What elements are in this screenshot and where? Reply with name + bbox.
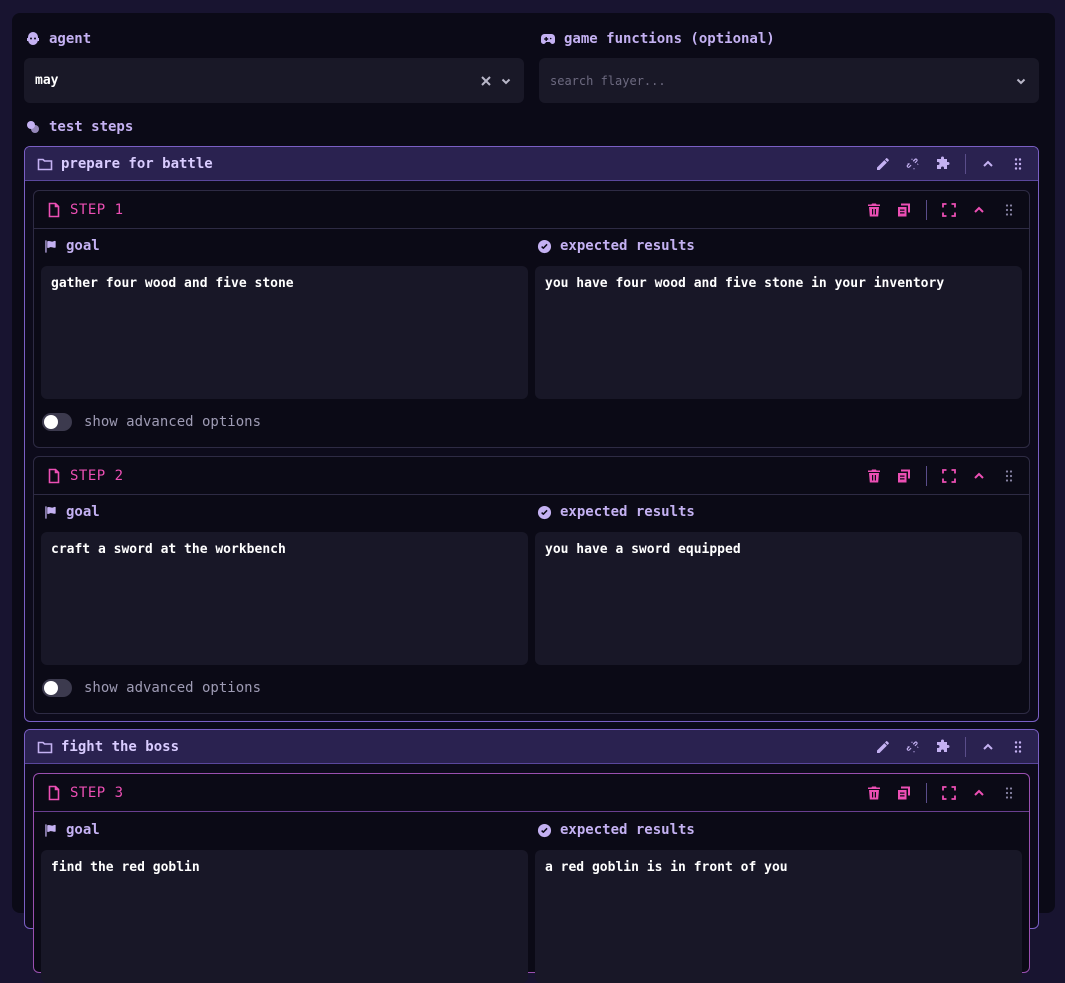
check-circle-icon [537,823,552,837]
step-title: STEP 2 [70,467,124,484]
step-header[interactable]: STEP 3 [34,774,1029,812]
divider [965,736,966,757]
goal-textarea[interactable]: gather four wood and five stone [41,266,528,399]
layers-icon [27,121,39,133]
test-editor-panel: agent may game functions (optional) sear… [12,13,1055,983]
edit-icon[interactable] [875,156,891,172]
agent-select[interactable]: may [24,58,524,103]
drag-handle-icon[interactable] [1010,739,1026,755]
goal-label-text: goal [66,822,100,838]
drag-handle-icon[interactable] [1001,468,1017,484]
step-group-header[interactable]: fight the boss [25,730,1038,764]
chevron-down-icon[interactable] [499,74,513,88]
drag-handle-icon[interactable] [1010,156,1026,172]
goal-label: goal [43,822,100,838]
folder-icon [37,158,53,170]
trash-icon[interactable] [866,785,882,801]
agent-label: agent [25,31,91,47]
advanced-options-toggle[interactable] [42,413,72,431]
step-group: fight the boss STEP 3 goal expected resu… [24,729,1039,983]
drag-handle-icon[interactable] [1001,785,1017,801]
gamepad-icon [541,34,555,44]
trash-icon[interactable] [866,468,882,484]
file-icon [48,468,60,483]
duplicate-icon[interactable] [896,468,912,484]
advanced-options-toggle[interactable] [42,679,72,697]
puzzle-icon[interactable] [935,739,951,755]
chevron-up-icon[interactable] [971,202,987,218]
group-title: fight the boss [61,738,180,755]
chevron-up-icon[interactable] [971,468,987,484]
game-functions-label-text: game functions (optional) [564,31,775,47]
chevron-up-icon[interactable] [980,739,996,755]
file-icon [48,785,60,800]
puzzle-icon[interactable] [935,156,951,172]
goal-label-text: goal [66,238,100,254]
clear-icon[interactable] [479,74,493,88]
expand-icon[interactable] [941,785,957,801]
flag-icon [45,239,56,253]
chevron-down-icon[interactable] [1014,74,1028,88]
unlink-icon[interactable] [905,156,921,172]
divider [926,782,927,803]
game-functions-select[interactable]: search flayer... [539,58,1039,103]
step-group: prepare for battle STEP 1 goal expected … [24,146,1039,722]
chevron-up-icon[interactable] [971,785,987,801]
unlink-icon[interactable] [905,739,921,755]
advanced-options-label: show advanced options [84,414,262,430]
duplicate-icon[interactable] [896,785,912,801]
goal-textarea[interactable]: craft a sword at the workbench [41,532,528,665]
drag-handle-icon[interactable] [1001,202,1017,218]
expand-icon[interactable] [941,202,957,218]
test-steps-label-text: test steps [49,119,134,135]
flag-icon [45,505,56,519]
expected-results-label: expected results [537,238,695,254]
check-circle-icon [537,505,552,519]
agent-label-text: agent [49,31,92,47]
game-functions-label: game functions (optional) [540,31,775,47]
file-icon [48,202,60,217]
folder-icon [37,741,53,753]
step-group-header[interactable]: prepare for battle [25,147,1038,181]
step-header[interactable]: STEP 2 [34,457,1029,495]
edit-icon[interactable] [875,739,891,755]
group-title: prepare for battle [61,155,213,172]
expected-results-textarea[interactable]: you have a sword equipped [535,532,1022,665]
step-title: STEP 3 [70,784,124,801]
advanced-options-label: show advanced options [84,680,262,696]
chevron-up-icon[interactable] [980,156,996,172]
flag-icon [45,823,56,837]
divider [926,199,927,220]
advanced-options-toggle-row: show advanced options [42,413,261,431]
game-functions-search[interactable]: search flayer... [550,74,1014,88]
expected-results-textarea[interactable]: you have four wood and five stone in you… [535,266,1022,399]
agent-value: may [35,73,59,88]
agent-icon [27,32,39,45]
divider [965,153,966,174]
duplicate-icon[interactable] [896,202,912,218]
step-card: STEP 1 goal expected results gather four [33,190,1030,448]
step-card: STEP 3 goal expected results find the re… [33,773,1030,983]
expected-results-label-text: expected results [560,504,695,520]
trash-icon[interactable] [866,202,882,218]
expected-results-label-text: expected results [560,822,695,838]
step-card: STEP 2 goal expected results craft a swo… [33,456,1030,714]
goal-label-text: goal [66,504,100,520]
goal-textarea[interactable]: find the red goblin [41,850,528,983]
divider [926,465,927,486]
expected-results-label-text: expected results [560,238,695,254]
expected-results-label: expected results [537,822,695,838]
check-circle-icon [537,239,552,253]
goal-label: goal [43,238,100,254]
expected-results-textarea[interactable]: a red goblin is in front of you [535,850,1022,983]
expected-results-label: expected results [537,504,695,520]
expand-icon[interactable] [941,468,957,484]
step-header[interactable]: STEP 1 [34,191,1029,229]
step-title: STEP 1 [70,201,124,218]
test-steps-label: test steps [25,119,133,135]
goal-label: goal [43,504,100,520]
advanced-options-toggle-row: show advanced options [42,679,261,697]
